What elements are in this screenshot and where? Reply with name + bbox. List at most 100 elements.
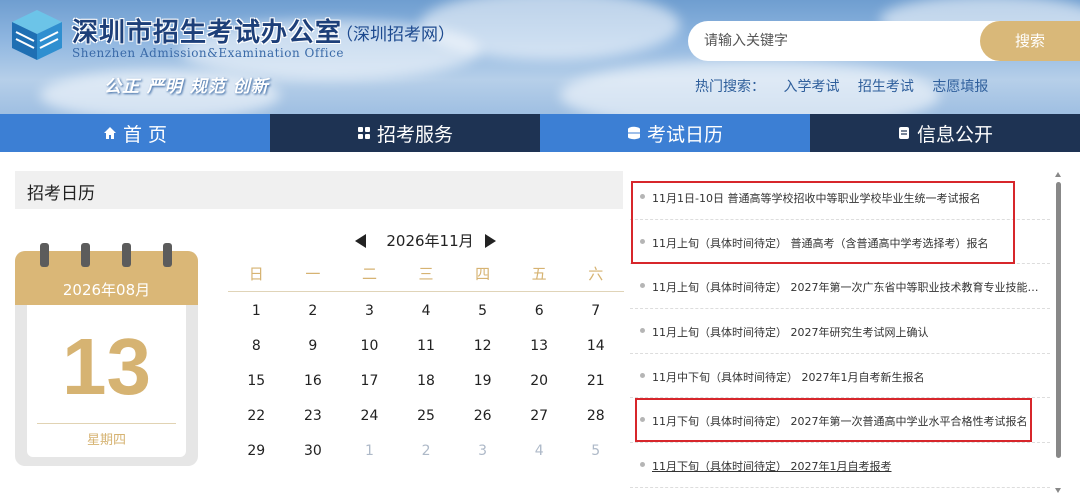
section-title: 招考日历 <box>27 184 95 204</box>
today-weekday: 星期四 <box>86 433 126 448</box>
calendar-day-cell[interactable]: 9 <box>285 329 342 364</box>
highlight-box <box>631 181 1015 264</box>
calendar-day-cell[interactable]: 2 <box>398 434 455 469</box>
calendar-day-cell[interactable]: 16 <box>285 364 342 399</box>
month-label: 2026年11月 <box>386 232 474 250</box>
weekday-label: 五 <box>531 265 547 283</box>
hot-link-volunteer[interactable]: 志愿填报 <box>932 79 988 95</box>
calendar-day-cell[interactable]: 13 <box>511 329 568 364</box>
calendar-day-cell[interactable]: 2 <box>285 294 342 329</box>
site-slogan: 公正 严明 规范 创新 <box>104 77 269 97</box>
site-english-name: Shenzhen Admission&Examination Office <box>72 46 344 60</box>
calendar-day-cell[interactable]: 7 <box>567 294 624 329</box>
search-button[interactable]: 搜索 <box>980 21 1080 61</box>
calendar-day-cell[interactable]: 23 <box>285 399 342 434</box>
divider <box>37 423 176 424</box>
calendar-day-cell[interactable]: 29 <box>228 434 285 469</box>
calendar-grid: 1 2 3 4 5 6 7 8 9 10 11 12 13 14 15 16 17 18 19 20 21 22 23 24 2… <box>228 294 624 469</box>
highlight-box <box>635 398 1032 442</box>
event-text: 11月中下旬（具体时间待定） 2027年1月自考新生报名 <box>652 370 925 384</box>
event-text: 11月上旬（具体时间待定） 2027年研究生考试网上确认 <box>652 326 929 340</box>
today-day: 13 <box>62 322 151 411</box>
calendar-day-cell[interactable]: 1 <box>228 294 285 329</box>
calendar-section-header: 招考日历 <box>15 171 623 209</box>
calendar-day-cell[interactable]: 17 <box>341 364 398 399</box>
calendar-day-cell[interactable]: 5 <box>454 294 511 329</box>
next-month-icon[interactable] <box>485 234 496 248</box>
calendar-day-cell[interactable]: 24 <box>341 399 398 434</box>
event-list-scrollbar[interactable] <box>1055 172 1061 494</box>
weekday-header: 日一二三四五六 <box>228 260 624 292</box>
today-card-body: 13 星期四 <box>27 305 186 457</box>
event-text: 11月上旬（具体时间待定） 2027年第一次广东省中等职业技术教育专业技能课..… <box>652 281 1048 295</box>
calendar-day-cell[interactable]: 27 <box>511 399 568 434</box>
calendar-day-cell[interactable]: 14 <box>567 329 624 364</box>
site-title: 深圳市招生考试办公室 <box>72 18 343 48</box>
search-input[interactable] <box>704 21 974 61</box>
event-text: 11月下旬（具体时间待定） 2027年1月自考报考 <box>652 460 892 474</box>
bullet-icon <box>640 283 645 289</box>
weekday-label: 三 <box>418 265 434 283</box>
calendar-week-row: 29 30 1 2 3 4 5 <box>228 434 624 469</box>
calendar-day-cell[interactable]: 1 <box>341 434 398 469</box>
calendar-day-cell[interactable]: 3 <box>454 434 511 469</box>
calendar-day-cell[interactable]: 21 <box>567 364 624 399</box>
hot-link-entrance-exam[interactable]: 入学考试 <box>783 79 839 95</box>
nav-home[interactable]: 首 页 <box>0 114 270 152</box>
nav-exam-calendar[interactable]: 考试日历 <box>540 114 810 152</box>
bullet-icon <box>640 328 645 334</box>
nav-info-disclosure-label: 信息公开 <box>916 123 993 146</box>
calendar-day-cell[interactable]: 15 <box>228 364 285 399</box>
calendar-week-row: 15 16 17 18 19 20 21 <box>228 364 624 399</box>
nav-exam-services[interactable]: 招考服务 <box>270 114 540 152</box>
nav-exam-services-label: 招考服务 <box>376 123 453 146</box>
nav-home-label: 首 页 <box>122 123 168 146</box>
calendar-day-cell[interactable]: 8 <box>228 329 285 364</box>
calendar-day-cell[interactable]: 4 <box>398 294 455 329</box>
site-subtitle: （深圳招考网） <box>336 25 455 45</box>
weekday-label: 六 <box>588 265 604 283</box>
calendar-day-cell[interactable]: 26 <box>454 399 511 434</box>
scroll-up-icon[interactable] <box>1055 172 1061 177</box>
hot-search: 热门搜索： 入学考试 招生考试 志愿填报 <box>695 76 1002 96</box>
document-icon <box>898 127 909 139</box>
prev-month-icon[interactable] <box>355 234 366 248</box>
scroll-down-icon[interactable] <box>1055 488 1061 493</box>
calendar-day-cell[interactable]: 6 <box>511 294 568 329</box>
calendar-day-cell[interactable]: 22 <box>228 399 285 434</box>
calendar-icon <box>627 126 640 140</box>
calendar-day-cell[interactable]: 28 <box>567 399 624 434</box>
calendar-day-cell[interactable]: 4 <box>511 434 568 469</box>
calendar-day-cell[interactable]: 11 <box>398 329 455 364</box>
event-item[interactable]: 11月下旬（具体时间待定） 2027年1月自考报考 <box>630 443 1050 488</box>
binder-ring-icon <box>163 243 172 267</box>
calendar-day-cell[interactable]: 12 <box>454 329 511 364</box>
calendar-day-cell[interactable]: 10 <box>341 329 398 364</box>
calendar-week-row: 1234567 <box>228 294 624 329</box>
scroll-thumb[interactable] <box>1056 182 1061 458</box>
binder-ring-icon <box>40 243 49 267</box>
calendar-day-cell[interactable]: 30 <box>285 434 342 469</box>
cube-stack-logo-icon <box>12 10 62 60</box>
weekday-label: 四 <box>475 265 491 283</box>
today-card: 2026年08月 13 星期四 <box>15 243 198 466</box>
event-item[interactable]: 11月上旬（具体时间待定） 2027年第一次广东省中等职业技术教育专业技能课..… <box>630 264 1050 310</box>
today-year-month: 2026年08月 <box>62 281 151 299</box>
binder-ring-icon <box>122 243 131 267</box>
binder-ring-icon <box>81 243 90 267</box>
calendar-day-cell[interactable]: 20 <box>511 364 568 399</box>
calendar-day-cell[interactable]: 25 <box>398 399 455 434</box>
calendar-day-cell[interactable]: 19 <box>454 364 511 399</box>
calendar-week-row: 22 23 24 25 26 27 28 <box>228 399 624 434</box>
weekday-label: 日 <box>248 265 264 283</box>
event-item[interactable]: 11月中下旬（具体时间待定） 2027年1月自考新生报名 <box>630 354 1050 399</box>
today-card-top: 2026年08月 <box>15 243 198 305</box>
hot-link-admission-exam[interactable]: 招生考试 <box>858 79 914 95</box>
calendar-day-cell[interactable]: 5 <box>567 434 624 469</box>
calendar-day-cell[interactable]: 3 <box>341 294 398 329</box>
nav-info-disclosure[interactable]: 信息公开 <box>810 114 1080 152</box>
calendar-day-cell[interactable]: 18 <box>398 364 455 399</box>
event-item[interactable]: 11月上旬（具体时间待定） 2027年研究生考试网上确认 <box>630 309 1050 354</box>
bullet-icon <box>640 372 645 378</box>
hot-search-label: 热门搜索： <box>695 79 765 95</box>
